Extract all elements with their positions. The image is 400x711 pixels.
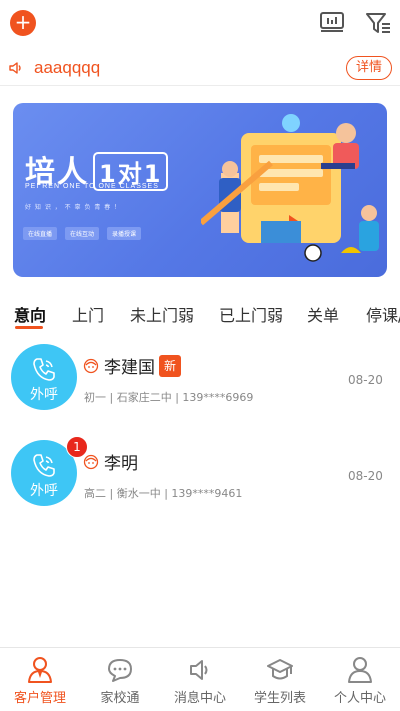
customer-date: 08-20 — [348, 469, 383, 483]
nav-home-school[interactable]: 家校通 — [80, 648, 160, 711]
banner-subtitle: PEI REN ONE TO ONE CLASSES — [25, 183, 159, 190]
face-icon — [83, 454, 99, 470]
active-tab-indicator — [15, 326, 43, 329]
customer-name: 李明 — [104, 454, 138, 474]
user-icon — [348, 657, 372, 683]
tab-visit[interactable]: 上门 — [72, 302, 104, 326]
nav-customer-management[interactable]: 客户管理 — [0, 648, 80, 711]
customer-info: 高二 | 衡水一中 | 139****9461 — [84, 487, 243, 500]
phone-icon — [33, 358, 55, 381]
notice-text: aaaqqqq — [34, 58, 101, 77]
promo-banner[interactable]: 培人 1对1 PEI REN ONE TO ONE CLASSES 好 知 识 ，… — [13, 103, 387, 277]
nav-label: 学生列表 — [253, 691, 306, 706]
speaker-icon — [9, 62, 21, 74]
call-button[interactable]: 外呼 — [11, 344, 77, 410]
face-icon — [83, 358, 99, 374]
tab-not-visited[interactable]: 未上门弱 — [130, 302, 194, 326]
bulletin-board-icon[interactable] — [318, 9, 346, 37]
nav-personal-center[interactable]: 个人中心 — [320, 648, 400, 711]
nav-label: 消息中心 — [173, 691, 226, 706]
call-label: 外呼 — [30, 483, 58, 499]
banner-tag: 在线互动 — [65, 227, 100, 240]
nav-label: 家校通 — [100, 691, 140, 706]
phone-icon — [33, 454, 55, 477]
top-bar: + — [0, 0, 400, 46]
tab-suspended[interactable]: 停课/ — [366, 302, 400, 326]
customer-name: 李建国 — [104, 358, 155, 378]
add-button[interactable]: + — [10, 10, 36, 36]
tab-visited[interactable]: 已上门弱 — [219, 302, 283, 326]
customer-date: 08-20 — [348, 373, 383, 387]
banner-slogan: 好 知 识 ， 不 辜 负 青 春 ！ — [25, 204, 122, 211]
customer-row[interactable]: 外呼 1 李明 高二 | 衡水一中 | 139****9461 08-20 — [0, 436, 400, 530]
nav-label: 个人中心 — [333, 691, 386, 706]
nav-student-list[interactable]: 学生列表 — [240, 648, 320, 711]
customer-row[interactable]: 外呼 李建国 新 初一 | 石家庄二中 | 139****6969 08-20 — [0, 344, 400, 434]
speaker-icon — [190, 660, 208, 680]
banner-illustration — [201, 114, 379, 262]
person-icon — [28, 657, 52, 683]
chat-bubble-icon — [108, 659, 132, 682]
tab-closed[interactable]: 关单 — [307, 302, 339, 326]
filter-icon[interactable] — [364, 9, 392, 37]
call-label: 外呼 — [30, 387, 58, 403]
notice-bar: aaaqqqq 详情 — [0, 52, 400, 86]
banner-tag: 在线直播 — [23, 227, 58, 240]
nav-message-center[interactable]: 消息中心 — [160, 648, 240, 711]
graduation-cap-icon — [267, 659, 293, 680]
call-button[interactable]: 外呼 1 — [11, 436, 88, 506]
nav-label: 客户管理 — [13, 691, 66, 706]
detail-button[interactable]: 详情 — [346, 56, 392, 80]
banner-tag: 录播授课 — [107, 227, 142, 240]
banner-tags: 在线直播 在线互动 录播授课 — [23, 227, 142, 240]
status-tabs: 意向 上门 未上门弱 已上门弱 关单 停课/ — [0, 296, 400, 330]
customer-info: 初一 | 石家庄二中 | 139****6969 — [84, 391, 254, 404]
bottom-nav: 客户管理 家校通 消息中心 学生列表 个人中心 — [0, 647, 400, 711]
new-badge: 新 — [159, 355, 182, 377]
tab-intent[interactable]: 意向 — [14, 302, 46, 326]
